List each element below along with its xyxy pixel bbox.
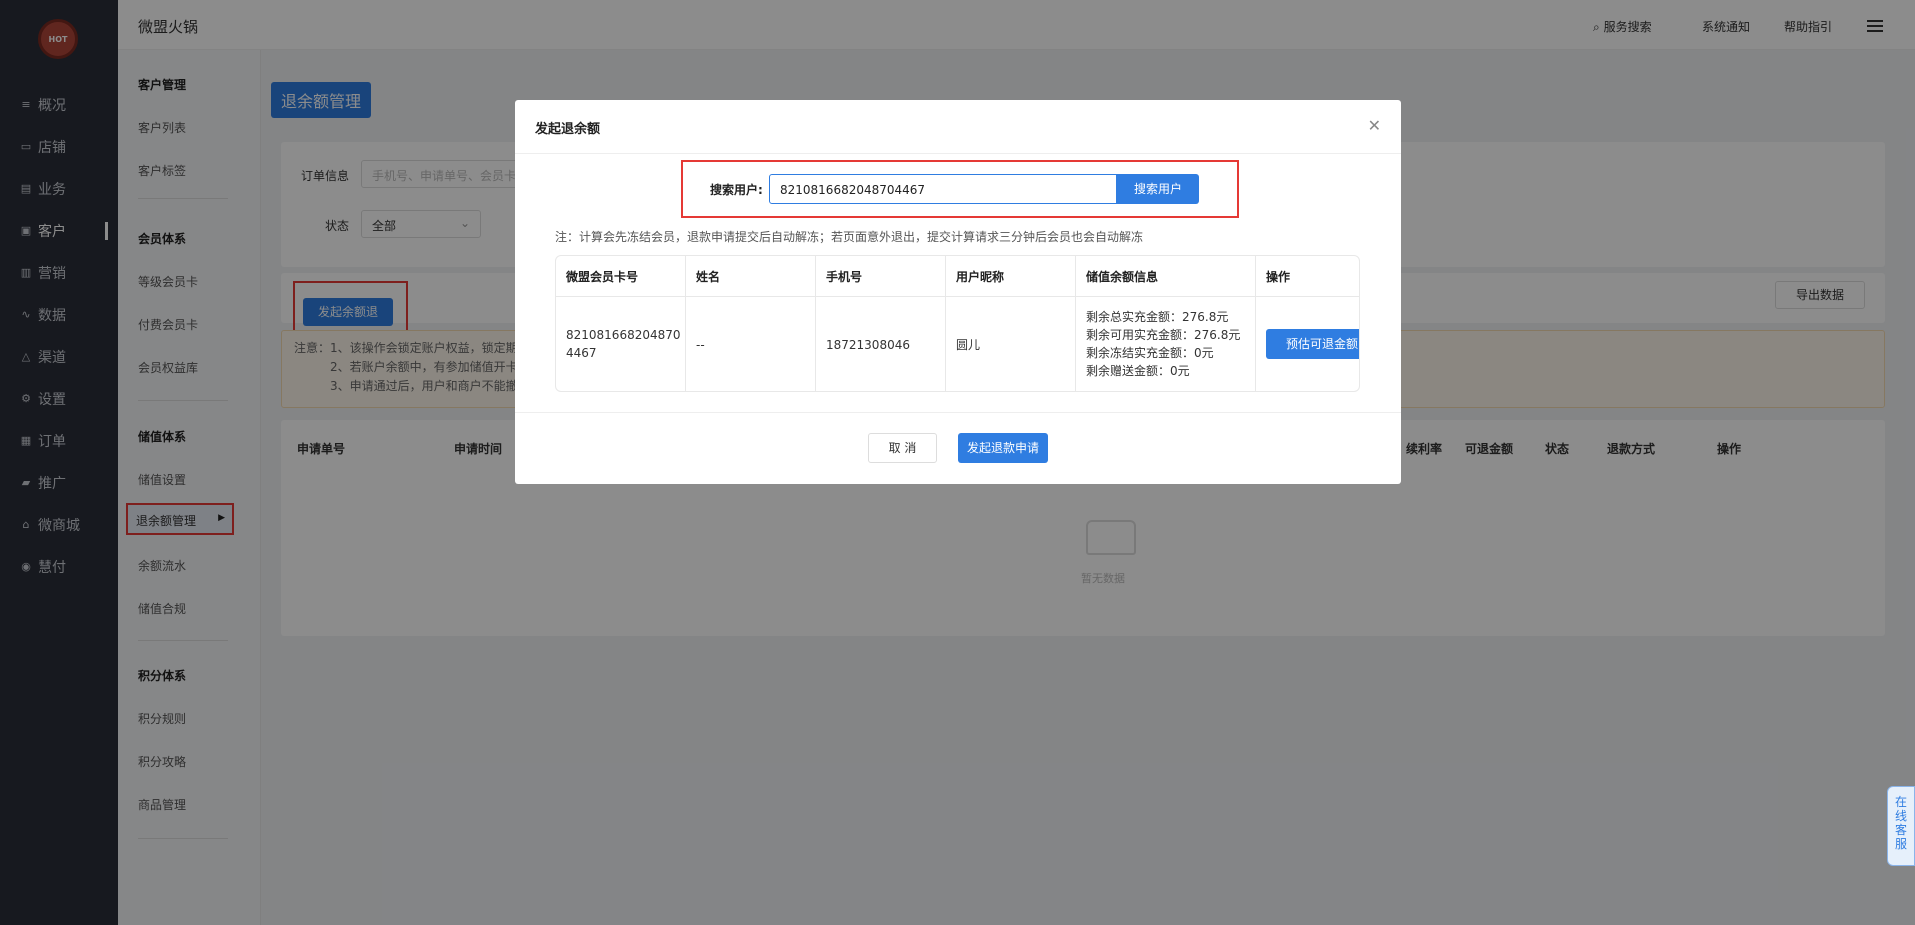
search-user-label: 搜索用户: [710,183,763,197]
balance-line: 剩余可用实充金额：276.8元 [1086,328,1241,342]
online-service-button[interactable]: 在线客服 [1887,786,1915,866]
table-col: 手机号 18721308046 [816,256,946,391]
table-col: 用户昵称 圆儿 [946,256,1076,391]
member-nickname: 圆儿 [956,338,981,352]
balance-line: 剩余冻结实充金额：0元 [1086,346,1214,360]
search-user-input[interactable]: 8210816682048704467 [769,174,1117,204]
search-user-button[interactable]: 搜索用户 [1117,174,1199,204]
table-header: 储值余额信息 [1086,270,1159,284]
divider [515,153,1401,154]
balance-info: 剩余总实充金额：276.8元 剩余可用实充金额：276.8元 剩余冻结实充金额：… [1086,308,1240,380]
member-name: -- [696,338,705,352]
freeze-note: 注：计算会先冻结会员，退款申请提交后自动解冻；若页面意外退出，提交计算请求三分钟… [555,230,1144,244]
modal-title: 发起退余额 [535,122,601,137]
card-number-line: 4467 [566,346,597,360]
table-col: 储值余额信息 剩余总实充金额：276.8元 剩余可用实充金额：276.8元 剩余… [1076,256,1256,391]
table-col: 微盟会员卡号 821081668204870 4467 [556,256,686,391]
member-table: 微盟会员卡号 821081668204870 4467 姓名 -- 手机号 187… [555,255,1360,392]
table-col: 姓名 -- [686,256,816,391]
refund-modal: 发起退余额 ✕ 搜索用户: 8210816682048704467 搜索用户 注… [515,100,1401,484]
table-header: 手机号 [826,270,863,284]
table-col: 操作 预估可退金额 [1256,256,1359,391]
online-service-label: 在线客服 [1894,795,1907,851]
balance-line: 剩余赠送金额：0元 [1086,364,1190,378]
table-header: 操作 [1266,270,1291,284]
card-number-line: 821081668204870 [566,328,681,342]
card-number: 821081668204870 4467 [566,326,681,362]
divider [515,412,1401,413]
table-header: 微盟会员卡号 [566,270,639,284]
submit-refund-button[interactable]: 发起退款申请 [958,433,1048,463]
divider [556,296,1359,297]
member-phone: 18721308046 [826,338,910,352]
table-header: 姓名 [696,270,721,284]
table-header: 用户昵称 [956,270,1005,284]
search-user-highlight: 搜索用户: 8210816682048704467 搜索用户 [681,160,1239,218]
estimate-refund-button[interactable]: 预估可退金额 [1266,329,1359,359]
balance-line: 剩余总实充金额：276.8元 [1086,310,1229,324]
close-icon[interactable]: ✕ [1368,116,1381,135]
cancel-button[interactable]: 取 消 [868,433,937,463]
